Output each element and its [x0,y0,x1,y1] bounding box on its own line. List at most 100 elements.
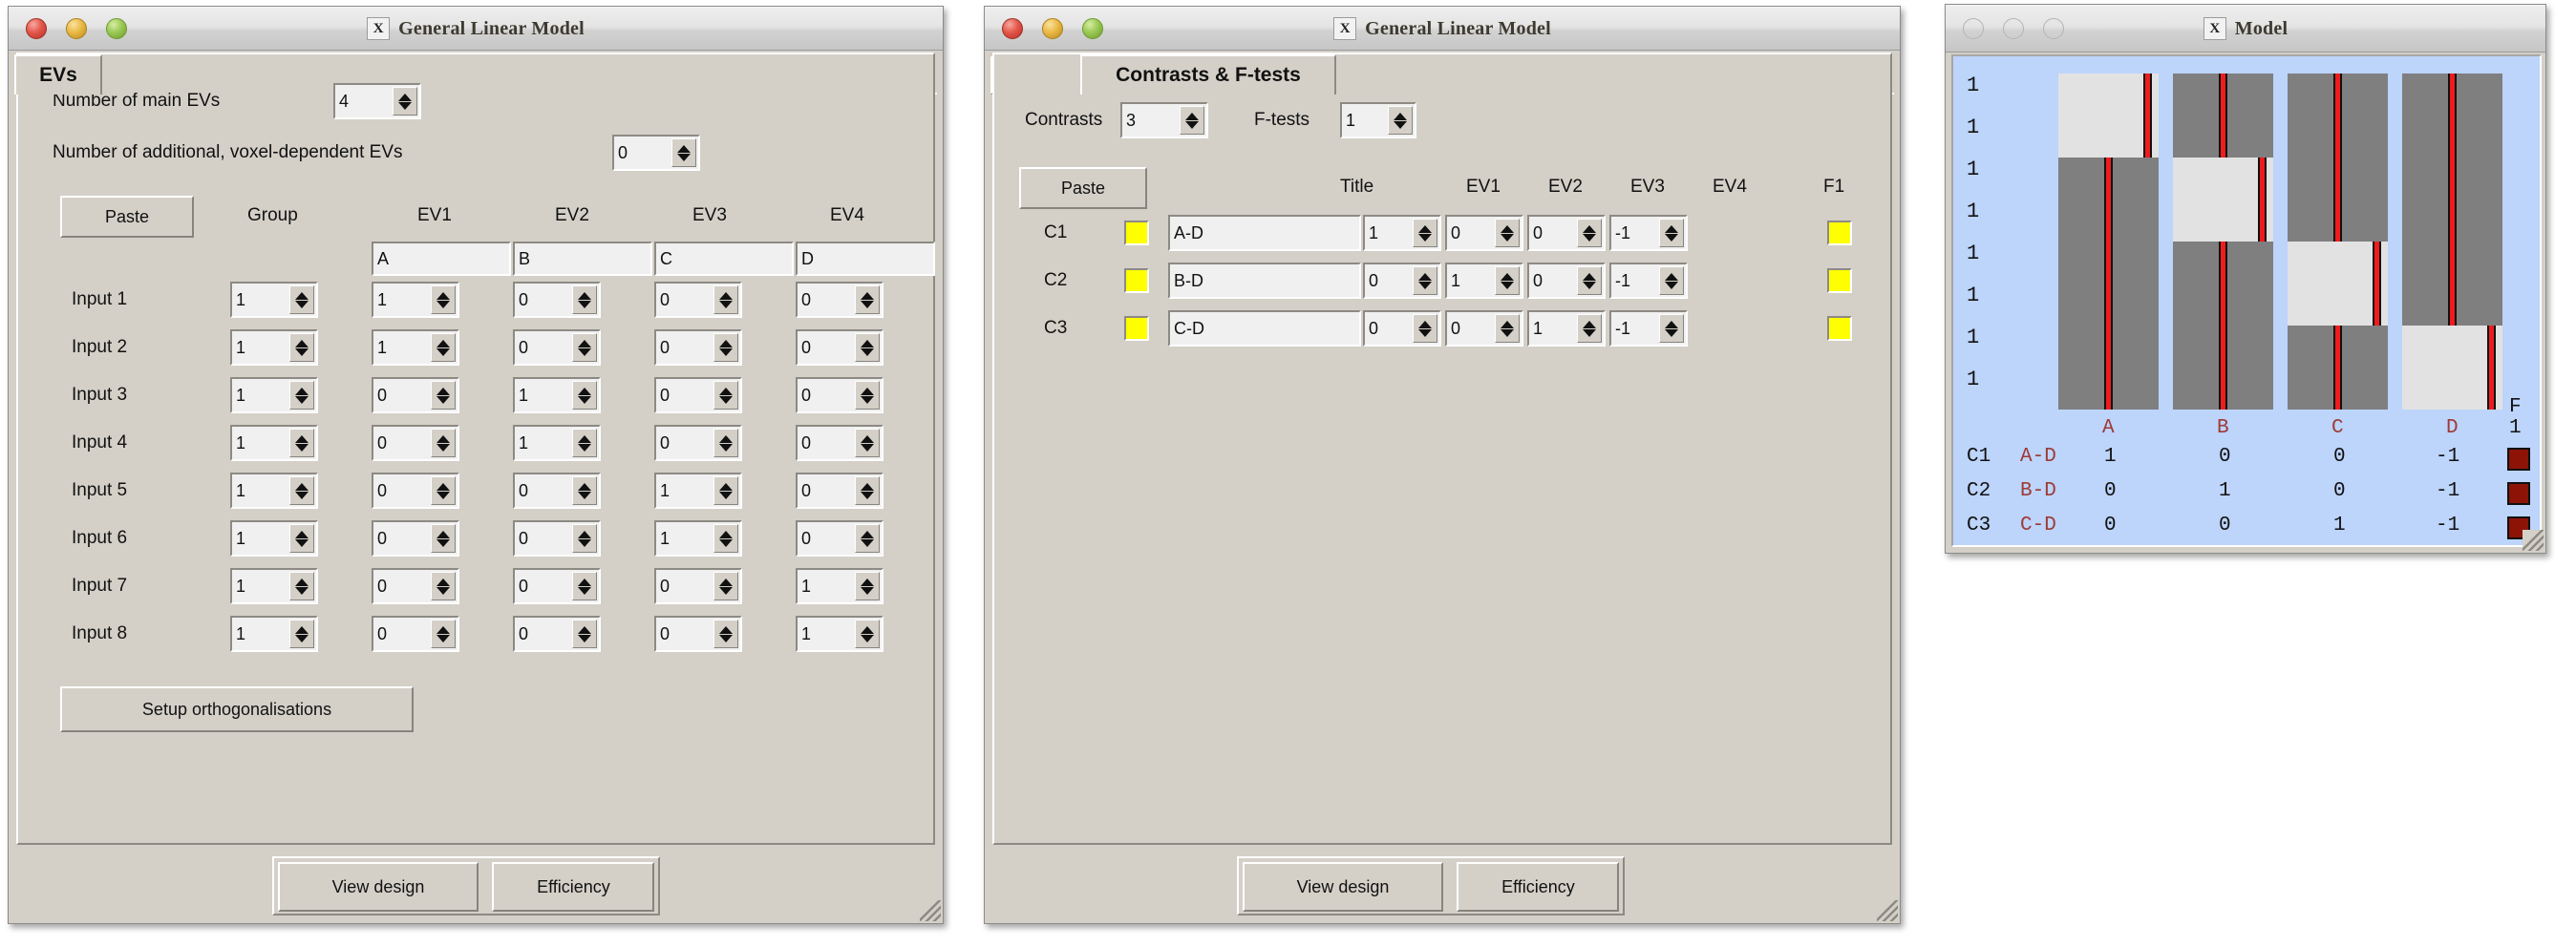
contrast-ev3-spinner[interactable]: 1 [1527,310,1606,347]
ev1-spinner[interactable]: 0 [372,473,459,509]
contrast-f1-swatch[interactable] [1827,268,1852,293]
stepper-up-icon[interactable] [436,626,450,634]
stepper-down-icon[interactable] [861,635,874,642]
group-stepper[interactable] [289,620,314,648]
stepper-down-icon[interactable] [1185,121,1199,129]
contrast-ev3-stepper[interactable] [1577,219,1602,247]
stepper-up-icon[interactable] [578,579,591,586]
stepper-down-icon[interactable] [295,492,309,499]
stepper-up-icon[interactable] [295,435,309,443]
ev4-spinner[interactable]: 0 [796,282,884,318]
stepper-up-icon[interactable] [295,292,309,300]
ev4-stepper[interactable] [855,524,880,553]
contrast-ev1-stepper[interactable] [1413,266,1437,295]
contrast-ev4-stepper[interactable] [1659,314,1684,343]
stepper-down-icon[interactable] [719,492,733,499]
stepper-down-icon[interactable] [295,539,309,547]
stepper-up-icon[interactable] [719,340,733,347]
ev4-stepper[interactable] [855,333,880,362]
group-stepper[interactable] [289,333,314,362]
stepper-up-icon[interactable] [578,483,591,491]
glm-evs-window[interactable]: X General Linear Model EVs Contrasts & F… [8,6,944,924]
stepper-down-icon[interactable] [578,635,591,642]
stepper-down-icon[interactable] [578,587,591,595]
stepper-down-icon[interactable] [719,587,733,595]
ev1-stepper[interactable] [431,285,456,314]
stepper-up-icon[interactable] [1501,225,1514,233]
group-spinner[interactable]: 1 [230,520,318,557]
stepper-down-icon[interactable] [861,396,874,404]
ev4-spinner[interactable]: 0 [796,425,884,461]
stepper-down-icon[interactable] [436,635,450,642]
efficiency-button[interactable]: Efficiency [1457,862,1619,912]
ev1-spinner[interactable]: 0 [372,616,459,652]
main-evs-stepper[interactable] [393,87,417,116]
contrast-ev2-spinner[interactable]: 0 [1445,310,1523,347]
stepper-down-icon[interactable] [295,348,309,356]
stepper-up-icon[interactable] [578,435,591,443]
stepper-up-icon[interactable] [719,531,733,538]
ev1-stepper[interactable] [431,429,456,457]
ev4-spinner[interactable]: 0 [796,329,884,366]
stepper-down-icon[interactable] [578,444,591,452]
stepper-up-icon[interactable] [1665,225,1678,233]
stepper-up-icon[interactable] [861,292,874,300]
stepper-down-icon[interactable] [861,587,874,595]
stepper-down-icon[interactable] [1418,234,1432,242]
stepper-down-icon[interactable] [1583,282,1596,289]
stepper-up-icon[interactable] [861,340,874,347]
group-spinner[interactable]: 1 [230,568,318,604]
group-stepper[interactable] [289,429,314,457]
stepper-up-icon[interactable] [1583,225,1596,233]
contrast-ev1-spinner[interactable]: 1 [1363,215,1441,251]
group-spinner[interactable]: 1 [230,616,318,652]
stepper-up-icon[interactable] [1418,225,1432,233]
stepper-down-icon[interactable] [719,635,733,642]
group-spinner[interactable]: 1 [230,282,318,318]
ev4-stepper[interactable] [855,620,880,648]
stepper-down-icon[interactable] [719,301,733,308]
stepper-down-icon[interactable] [861,492,874,499]
stepper-up-icon[interactable] [578,388,591,395]
contrast-ev4-stepper[interactable] [1659,219,1684,247]
group-spinner[interactable]: 1 [230,377,318,413]
stepper-down-icon[interactable] [861,301,874,308]
ev1-stepper[interactable] [431,572,456,600]
contrast-enable-swatch[interactable] [1124,316,1149,341]
resize-grip[interactable] [1877,900,1898,921]
group-spinner[interactable]: 1 [230,329,318,366]
ev3-spinner[interactable]: 0 [654,329,742,366]
ev3-spinner[interactable]: 1 [654,520,742,557]
ev1-spinner[interactable]: 0 [372,568,459,604]
stepper-down-icon[interactable] [1501,282,1514,289]
ev3-spinner[interactable]: 1 [654,473,742,509]
stepper-down-icon[interactable] [436,444,450,452]
stepper-up-icon[interactable] [719,435,733,443]
stepper-up-icon[interactable] [1394,113,1407,120]
stepper-down-icon[interactable] [677,154,691,161]
stepper-up-icon[interactable] [677,145,691,153]
ftests-stepper[interactable] [1388,106,1413,135]
stepper-down-icon[interactable] [1665,329,1678,337]
stepper-up-icon[interactable] [861,579,874,586]
stepper-down-icon[interactable] [436,587,450,595]
stepper-down-icon[interactable] [1501,234,1514,242]
ev3-stepper[interactable] [713,572,738,600]
contrast-ev4-spinner[interactable]: -1 [1609,263,1688,299]
stepper-down-icon[interactable] [398,102,412,110]
ev2-stepper[interactable] [572,476,597,505]
stepper-down-icon[interactable] [295,301,309,308]
view-design-button[interactable]: View design [1243,862,1443,912]
ftests-count-spinner[interactable]: 1 [1340,102,1416,138]
ev2-title-input[interactable]: B [513,242,652,276]
ev3-stepper[interactable] [713,476,738,505]
contrast-title-input[interactable]: A-D [1168,215,1361,251]
ev4-spinner[interactable]: 1 [796,616,884,652]
ev4-stepper[interactable] [855,429,880,457]
stepper-up-icon[interactable] [578,531,591,538]
ev3-title-input[interactable]: C [654,242,794,276]
stepper-up-icon[interactable] [295,579,309,586]
ev3-spinner[interactable]: 0 [654,282,742,318]
stepper-down-icon[interactable] [861,348,874,356]
stepper-up-icon[interactable] [578,626,591,634]
